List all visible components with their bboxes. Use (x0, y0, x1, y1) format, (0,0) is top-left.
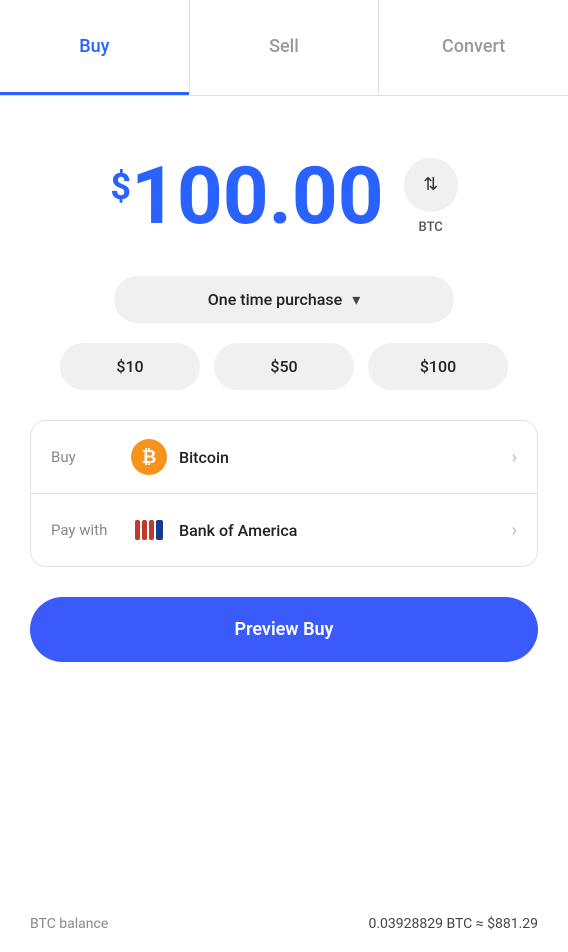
quick-amount-100-label: $100 (420, 357, 456, 376)
preview-buy-button[interactable]: Preview Buy (30, 597, 538, 662)
amount-display: $ 100.00 (110, 156, 383, 236)
amount-row: $ 100.00 ⇅ BTC (110, 156, 457, 236)
currency-unit-label: BTC (419, 220, 443, 235)
balance-row: BTC balance 0.03928829 BTC ≈ $881.29 (0, 916, 568, 952)
currency-symbol: $ (110, 166, 131, 208)
quick-amount-10-label: $10 (116, 357, 143, 376)
tab-sell[interactable]: Sell (189, 0, 380, 95)
tab-sell-label: Sell (269, 36, 299, 57)
amount-value: 100.00 (131, 156, 384, 236)
buy-card-label: Buy (51, 448, 131, 466)
selection-cards: Buy ₿ Bitcoin › Pay with Bank of Amer (30, 420, 538, 567)
main-container: Buy Sell Convert $ 100.00 ⇅ BTC One time… (0, 0, 568, 952)
purchase-type-section: One time purchase ▾ (0, 276, 568, 343)
tab-convert[interactable]: Convert (379, 0, 568, 95)
purchase-type-label: One time purchase (208, 290, 342, 309)
tab-buy[interactable]: Buy (0, 0, 189, 95)
preview-section: Preview Buy (0, 597, 568, 692)
quick-amounts: $10 $50 $100 (0, 343, 568, 420)
tab-buy-label: Buy (79, 36, 109, 57)
quick-amount-100[interactable]: $100 (368, 343, 508, 390)
balance-label: BTC balance (30, 916, 108, 932)
boa-logo-svg (131, 512, 167, 548)
currency-switch-group: ⇅ BTC (404, 158, 458, 235)
currency-switch-button[interactable]: ⇅ (404, 158, 458, 212)
balance-value: 0.03928829 BTC ≈ $881.29 (368, 916, 538, 932)
swap-icon: ⇅ (423, 174, 438, 195)
pay-with-card[interactable]: Pay with Bank of America › (31, 494, 537, 566)
amount-section: $ 100.00 ⇅ BTC (0, 96, 568, 276)
purchase-type-button[interactable]: One time purchase ▾ (114, 276, 454, 323)
tab-bar: Buy Sell Convert (0, 0, 568, 96)
tab-convert-label: Convert (442, 36, 505, 57)
quick-amount-50-label: $50 (270, 357, 297, 376)
bank-name: Bank of America (179, 521, 512, 540)
chevron-down-icon: ▾ (352, 290, 360, 309)
preview-button-label: Preview Buy (235, 619, 334, 640)
asset-name: Bitcoin (179, 448, 512, 467)
bank-icon (131, 512, 167, 548)
buy-asset-card[interactable]: Buy ₿ Bitcoin › (31, 421, 537, 494)
chevron-right-icon-pay: › (512, 520, 517, 541)
pay-card-label: Pay with (51, 521, 131, 539)
btc-icon: ₿ (131, 439, 167, 475)
quick-amount-10[interactable]: $10 (60, 343, 200, 390)
chevron-right-icon-buy: › (512, 447, 517, 468)
quick-amount-50[interactable]: $50 (214, 343, 354, 390)
